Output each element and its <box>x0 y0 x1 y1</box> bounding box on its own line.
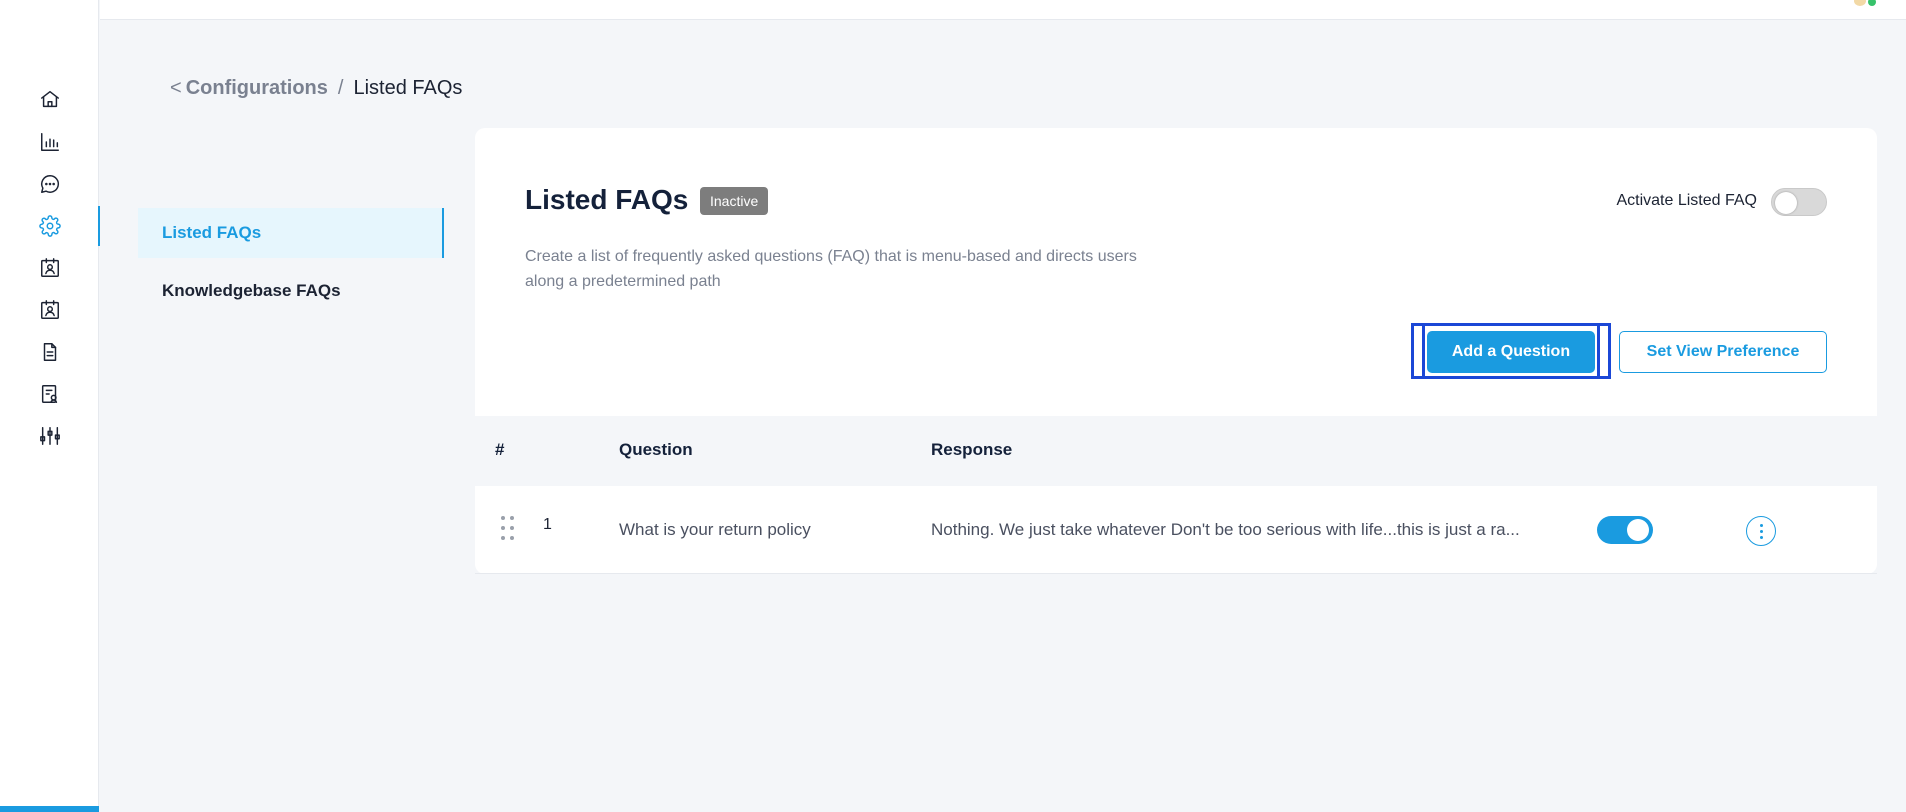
chevron-left-icon[interactable]: < <box>170 77 182 100</box>
activate-listed-faq-label: Activate Listed FAQ <box>1616 192 1757 209</box>
sidebar-rail <box>0 0 100 812</box>
more-options-icon[interactable] <box>1746 516 1776 546</box>
status-badge: Inactive <box>700 187 769 215</box>
row-number: 1 <box>543 516 552 533</box>
row-enabled-toggle[interactable] <box>1597 516 1653 544</box>
row-response: Nothing. We just take whatever Don't be … <box>931 520 1520 539</box>
breadcrumb: < Configurations / Listed FAQs <box>170 76 462 100</box>
home-icon[interactable] <box>0 79 99 119</box>
breadcrumb-separator: / <box>337 76 344 99</box>
document-icon[interactable] <box>0 332 99 372</box>
analytics-icon[interactable] <box>0 122 99 162</box>
column-header-question: Question <box>619 440 693 459</box>
column-header-number: # <box>495 440 505 459</box>
report-icon[interactable] <box>0 374 99 414</box>
online-status-dot <box>1868 0 1876 6</box>
set-view-preference-button[interactable]: Set View Preference <box>1619 331 1827 373</box>
breadcrumb-configurations[interactable]: Configurations <box>186 77 328 100</box>
user-avatar[interactable] <box>1854 0 1866 6</box>
breadcrumb-current: Listed FAQs <box>353 76 463 99</box>
top-bar <box>100 0 1906 20</box>
contact-card-icon[interactable] <box>0 248 99 288</box>
drag-handle-icon[interactable] <box>501 516 515 542</box>
sliders-icon[interactable] <box>0 416 99 456</box>
chat-icon[interactable] <box>0 164 99 204</box>
rail-bottom-indicator <box>0 806 99 812</box>
table-row[interactable]: 1 What is your return policy Nothing. We… <box>475 486 1877 574</box>
faq-table: # Question Response 1 What is your retur… <box>475 416 1877 574</box>
subnav-item-knowledgebase-faqs[interactable]: Knowledgebase FAQs <box>138 266 444 316</box>
toggle-knob <box>1775 192 1797 214</box>
page-title: Listed FAQs <box>525 184 689 215</box>
add-question-button[interactable]: Add a Question <box>1427 331 1595 373</box>
agent-card-icon[interactable] <box>0 290 99 330</box>
column-header-response: Response <box>931 440 1013 459</box>
page-description: Create a list of frequently asked questi… <box>525 248 1137 290</box>
settings-icon[interactable] <box>0 206 100 246</box>
activate-listed-faq-toggle[interactable] <box>1771 188 1827 216</box>
listed-faqs-card: Listed FAQs Inactive Activate Listed FAQ… <box>475 128 1877 574</box>
row-question: What is your return policy <box>619 520 811 539</box>
table-header: # Question Response <box>475 416 1877 486</box>
toggle-knob <box>1627 519 1649 541</box>
faq-subnav: Listed FAQs Knowledgebase FAQs <box>138 208 444 324</box>
subnav-item-listed-faqs[interactable]: Listed FAQs <box>138 208 444 258</box>
